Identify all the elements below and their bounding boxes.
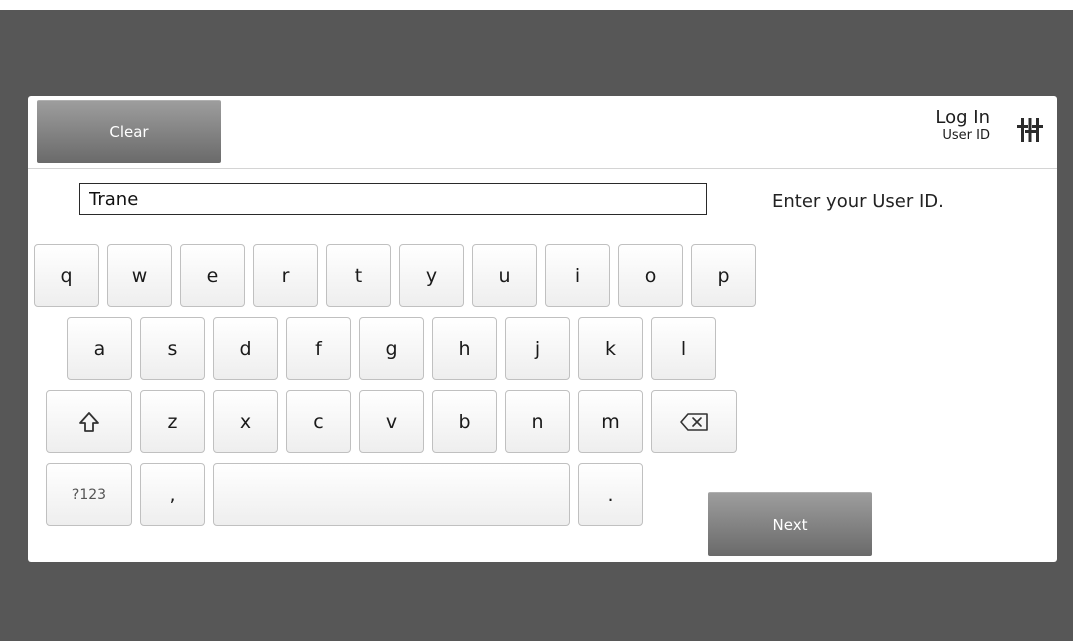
key-f[interactable]: f bbox=[286, 317, 351, 380]
window-top-edge bbox=[0, 0, 1073, 10]
key-a[interactable]: a bbox=[67, 317, 132, 380]
key-o[interactable]: o bbox=[618, 244, 683, 307]
symbols-key[interactable]: ?123 bbox=[46, 463, 132, 526]
key-u[interactable]: u bbox=[472, 244, 537, 307]
key-t[interactable]: t bbox=[326, 244, 391, 307]
page-title-main: Log In bbox=[935, 107, 990, 128]
instruction-text: Enter your User ID. bbox=[772, 191, 944, 212]
login-panel: Clear Log In User ID Enter your User ID.… bbox=[28, 96, 1057, 562]
shift-key[interactable] bbox=[46, 390, 132, 453]
key-g[interactable]: g bbox=[359, 317, 424, 380]
shift-icon bbox=[79, 411, 99, 432]
backspace-key[interactable] bbox=[651, 390, 737, 453]
key-e[interactable]: e bbox=[180, 244, 245, 307]
key-q[interactable]: q bbox=[34, 244, 99, 307]
space-key[interactable] bbox=[213, 463, 570, 526]
page-title-sub: User ID bbox=[942, 128, 990, 143]
clear-button[interactable]: Clear bbox=[37, 100, 221, 163]
key-w[interactable]: w bbox=[107, 244, 172, 307]
key-h[interactable]: h bbox=[432, 317, 497, 380]
user-id-input[interactable] bbox=[79, 183, 707, 215]
key-l[interactable]: l bbox=[651, 317, 716, 380]
key-d[interactable]: d bbox=[213, 317, 278, 380]
header-divider bbox=[28, 168, 1057, 169]
tune-icon[interactable] bbox=[1016, 116, 1044, 144]
key-i[interactable]: i bbox=[545, 244, 610, 307]
page-title: Log In User ID bbox=[935, 108, 990, 144]
key-j[interactable]: j bbox=[505, 317, 570, 380]
key-s[interactable]: s bbox=[140, 317, 205, 380]
backspace-icon bbox=[680, 412, 708, 431]
key-m[interactable]: m bbox=[578, 390, 643, 453]
key-b[interactable]: b bbox=[432, 390, 497, 453]
key-z[interactable]: z bbox=[140, 390, 205, 453]
key-x[interactable]: x bbox=[213, 390, 278, 453]
next-button[interactable]: Next bbox=[708, 492, 872, 556]
key-c[interactable]: c bbox=[286, 390, 351, 453]
key-r[interactable]: r bbox=[253, 244, 318, 307]
key-period[interactable]: . bbox=[578, 463, 643, 526]
key-k[interactable]: k bbox=[578, 317, 643, 380]
key-y[interactable]: y bbox=[399, 244, 464, 307]
key-p[interactable]: p bbox=[691, 244, 756, 307]
key-n[interactable]: n bbox=[505, 390, 570, 453]
key-v[interactable]: v bbox=[359, 390, 424, 453]
key-comma[interactable]: , bbox=[140, 463, 205, 526]
